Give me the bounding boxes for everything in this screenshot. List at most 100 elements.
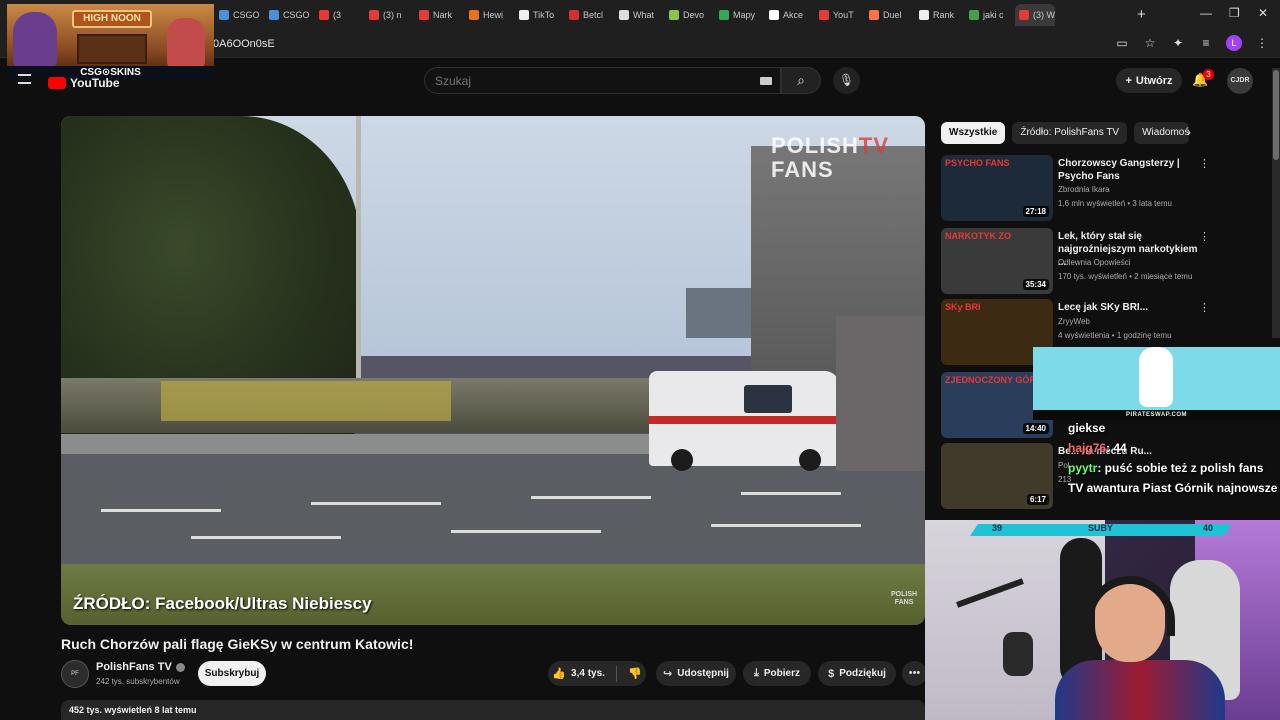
more-options-icon[interactable]: ⋮ (1199, 157, 1210, 170)
scrollbar-thumb[interactable] (1273, 70, 1279, 160)
view-stats: 452 tys. wyświetleń 8 lat temu (69, 705, 197, 715)
thanks-button[interactable]: $ Podziękuj (818, 661, 896, 686)
tab-favicon-icon (319, 10, 329, 20)
tab-label: YouT (833, 10, 854, 20)
recommendation-meta: 4 wyświetlenia • 1 godzinę temu (1058, 331, 1172, 340)
search-button[interactable]: ⌕ (781, 67, 821, 94)
sub-goal-target: 40 (1203, 523, 1214, 533)
browser-tab[interactable]: Akce (765, 4, 815, 26)
chip-all[interactable]: Wszystkie (941, 122, 1006, 144)
profile-avatar[interactable]: L (1226, 35, 1242, 51)
tab-label: CSGO (283, 10, 310, 20)
more-options-icon[interactable]: ⋮ (1199, 301, 1210, 314)
like-count[interactable]: 3,4 tys. (571, 668, 605, 679)
video-title: Ruch Chorzów pali flagę GieKSy w centrum… (61, 636, 414, 652)
thumbs-down-icon[interactable]: 👎 (628, 667, 642, 680)
sub-goal-current: 39 (992, 523, 1003, 533)
recommendation-thumbnail[interactable]: NARKOTYK ZO 35:34 (941, 228, 1053, 294)
extensions-icon[interactable]: ✦ (1170, 35, 1186, 51)
close-window-button[interactable]: ✕ (1258, 6, 1268, 20)
bookmark-star-icon[interactable]: ☆ (1142, 35, 1158, 51)
menu-icon[interactable] (18, 74, 31, 84)
browser-tab[interactable]: Hewi (465, 4, 515, 26)
tab-label: Betcl (583, 10, 604, 20)
browser-tab[interactable]: (3) W (1015, 4, 1055, 26)
youtube-logo[interactable]: YouTube (48, 76, 120, 90)
browser-tab[interactable]: (3) n (365, 4, 415, 26)
description-box[interactable]: 452 tys. wyświetleń 8 lat temu (61, 700, 925, 720)
download-icon: ⤓ (754, 667, 759, 679)
lane-marking (101, 509, 221, 512)
keyboard-icon[interactable] (760, 77, 772, 85)
recommendation-title[interactable]: Lecę jak SKy BRI... (1058, 301, 1198, 314)
tab-strip: CSGO CSGO (3 (3) n Nark Hewi TikTo Betcl What Dev… (215, 4, 1055, 26)
notifications-badge: 3 (1203, 69, 1214, 80)
voice-search-button[interactable]: 🎙 (833, 67, 860, 94)
search-input[interactable] (425, 68, 745, 93)
recommendation-thumbnail[interactable]: 6:17 (941, 443, 1053, 509)
browser-tab[interactable]: Rank (915, 4, 965, 26)
chip-source-polishfans[interactable]: Źródło: PolishFans TV (1012, 122, 1128, 144)
duration-badge: 35:34 (1022, 279, 1049, 290)
browser-tab[interactable]: TikTo (515, 4, 565, 26)
recommendation-channel[interactable]: ZryyWeb (1058, 317, 1090, 326)
video-player[interactable]: POLISHTV FANS ŹRÓDŁO: Facebook/Ultras Ni… (61, 116, 925, 625)
browser-tab[interactable]: Nark (415, 4, 465, 26)
subscribe-button[interactable]: Subskrybuj (198, 661, 266, 686)
recommendation-thumbnail[interactable]: PSYCHO FANS 27:18 (941, 155, 1053, 221)
tab-favicon-icon (669, 10, 679, 20)
share-button[interactable]: ↪ Udostępnij (656, 661, 736, 686)
tab-label: jaki c (983, 10, 1004, 20)
create-button[interactable]: + Utwórz (1116, 68, 1182, 93)
media-control-icon[interactable]: ≡ (1198, 35, 1214, 51)
cast-icon[interactable]: ▭ (1114, 35, 1130, 51)
minimize-button[interactable]: — (1200, 6, 1212, 20)
duration-badge: 14:40 (1022, 423, 1049, 434)
browser-tab[interactable]: CSGO (215, 4, 265, 26)
url-field[interactable]: 0A6OOn0sE (213, 38, 275, 50)
search-box (424, 67, 781, 94)
chat-text: : 44 (1106, 441, 1127, 455)
browser-menu-icon[interactable]: ⋮ (1254, 35, 1270, 51)
new-tab-button[interactable]: + (1137, 6, 1146, 23)
thumbs-up-icon[interactable]: 👍 (552, 667, 566, 680)
tab-label: Duel (883, 10, 902, 20)
user-avatar[interactable]: CJDR (1227, 68, 1253, 94)
corner-logo-line1: POLISH (891, 591, 918, 598)
chip-news[interactable]: Wiadomości (1134, 122, 1190, 144)
sub-goal-label: SUBY (1088, 523, 1114, 533)
recommendation-channel[interactable]: Odlewnia Opowieści (1058, 258, 1130, 267)
rooster-mascot (1139, 347, 1173, 407)
youtube-play-icon (48, 77, 66, 89)
channel-name[interactable]: PolishFans TV (96, 661, 172, 673)
browser-tab[interactable]: CSGO (265, 4, 315, 26)
watermark-line1: POLISH (771, 133, 859, 158)
browser-tab[interactable]: What (615, 4, 665, 26)
more-actions-icon[interactable]: ••• (902, 661, 927, 686)
recommendation-item[interactable]: NARKOTYK ZO 35:34 Lek, który stał się najg… (941, 228, 1271, 294)
recommendation-channel[interactable]: Zbrodnia Ikara (1058, 185, 1110, 194)
browser-tab[interactable]: jaki c (965, 4, 1015, 26)
stream-chat: giekse hajg76: 44 pyytr: puść sobie też … (1068, 418, 1280, 498)
download-button[interactable]: ⤓ Pobierz (743, 661, 811, 686)
browser-tab[interactable]: (3 (315, 4, 365, 26)
tab-label: Mapy (733, 10, 756, 20)
more-options-icon[interactable]: ⋮ (1199, 230, 1210, 243)
recommendation-meta: 170 tys. wyświetleń • 2 miesiące temu (1058, 272, 1193, 281)
recommendation-item[interactable]: PSYCHO FANS 27:18 Chorzowscy Gangsterzy | … (941, 155, 1271, 221)
browser-tab[interactable]: Duel (865, 4, 915, 26)
browser-tab[interactable]: YouT (815, 4, 865, 26)
restore-button[interactable]: ❐ (1229, 6, 1240, 20)
create-label: Utwórz (1135, 74, 1173, 87)
tab-favicon-icon (719, 10, 729, 20)
recommendation-title[interactable]: Chorzowscy Gangsterzy | Psycho Fans (1058, 157, 1198, 183)
browser-tab[interactable]: Mapy (715, 4, 765, 26)
browser-tab[interactable]: Devo (665, 4, 715, 26)
chevron-right-icon[interactable]: › (1187, 125, 1191, 139)
browser-tab[interactable]: Betcl (565, 4, 615, 26)
channel-name-row[interactable]: PolishFans TV (96, 661, 185, 673)
lane-marking (311, 502, 441, 505)
video-truck (836, 316, 925, 471)
channel-avatar[interactable]: PF (61, 660, 89, 688)
chat-message: hajg76: 44 (1068, 438, 1280, 458)
